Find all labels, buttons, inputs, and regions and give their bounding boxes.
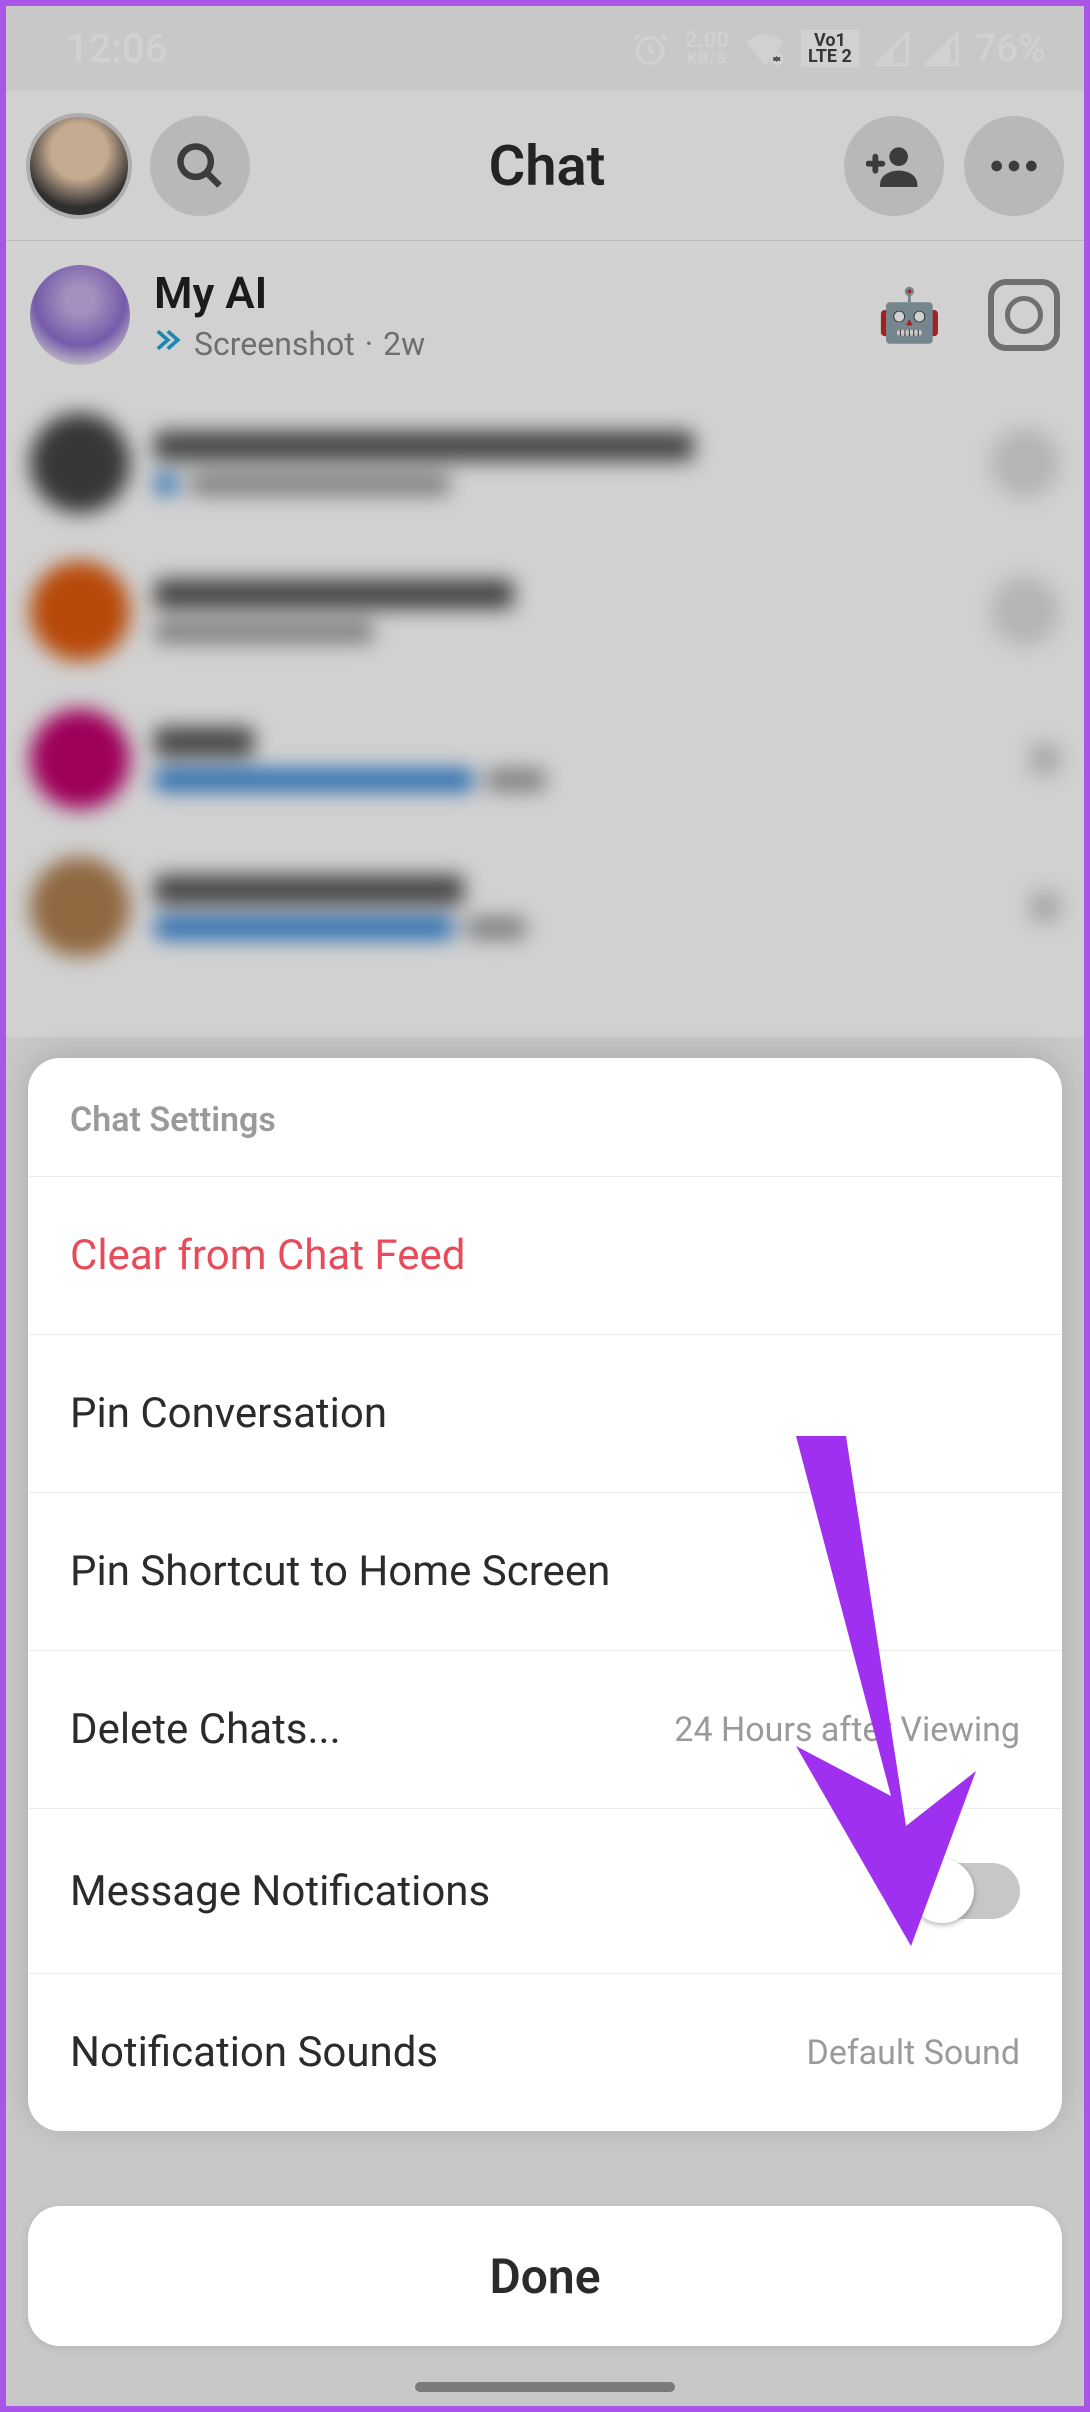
clear-from-chat-feed-item[interactable]: Clear from Chat Feed xyxy=(28,1177,1062,1335)
message-notifications-toggle[interactable] xyxy=(912,1863,1020,1919)
sheet-title: Chat Settings xyxy=(70,1100,1020,1140)
pin-conversation-item[interactable]: Pin Conversation xyxy=(28,1335,1062,1493)
message-notifications-item[interactable]: Message Notifications xyxy=(28,1809,1062,1974)
pin-shortcut-item[interactable]: Pin Shortcut to Home Screen xyxy=(28,1493,1062,1651)
chat-settings-sheet: Chat Settings Clear from Chat Feed Pin C… xyxy=(28,1058,1062,2131)
android-nav-indicator[interactable] xyxy=(415,2382,675,2392)
delete-chats-item[interactable]: Delete Chats... 24 Hours after Viewing xyxy=(28,1651,1062,1809)
notification-sounds-item[interactable]: Notification Sounds Default Sound xyxy=(28,1974,1062,2131)
done-button[interactable]: Done xyxy=(28,2206,1062,2346)
